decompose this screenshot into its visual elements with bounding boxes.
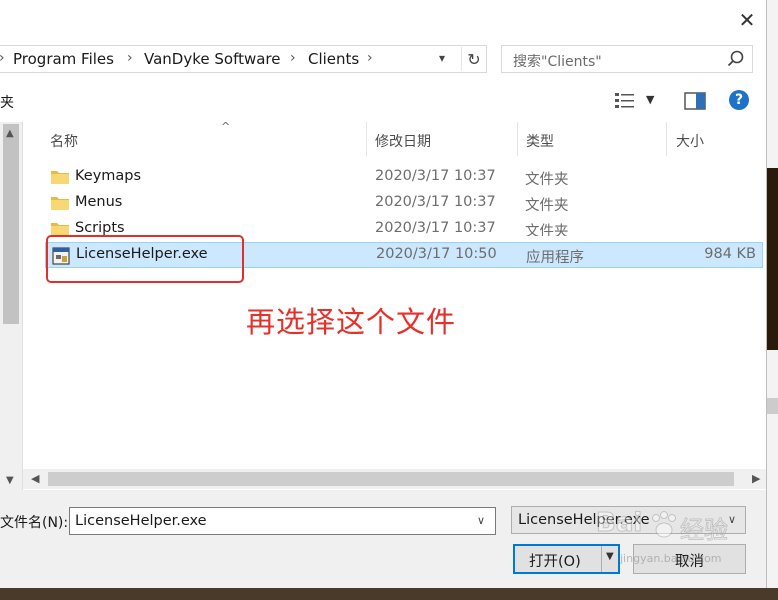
column-header-size[interactable]: 大小 xyxy=(676,131,704,151)
file-date: 2020/3/17 10:37 xyxy=(375,168,496,184)
file-size: 984 KB xyxy=(704,246,756,262)
watermark-brand: Bai xyxy=(595,508,643,539)
annotation-text: 再选择这个文件 xyxy=(246,305,457,339)
refresh-icon[interactable]: ↻ xyxy=(461,47,486,71)
preview-pane-icon[interactable] xyxy=(684,92,706,110)
breadcrumb-program-files[interactable]: Program Files xyxy=(13,50,114,68)
scroll-right-icon[interactable]: ▶ xyxy=(752,472,760,485)
chevron-right-icon: › xyxy=(0,50,5,66)
column-divider[interactable] xyxy=(517,122,518,156)
scroll-up-icon[interactable]: ▲ xyxy=(6,128,14,139)
breadcrumb-vandyke-software[interactable]: VanDyke Software xyxy=(144,50,281,68)
list-item[interactable]: Keymaps 2020/3/17 10:37 文件夹 xyxy=(45,164,763,190)
toolbar-new-folder-label[interactable]: 夹 xyxy=(0,92,14,112)
list-item[interactable]: Scripts 2020/3/17 10:37 文件夹 xyxy=(45,216,763,236)
column-header-row: ^ 名称 修改日期 类型 大小 xyxy=(23,120,766,156)
nav-scroll-thumb[interactable] xyxy=(3,124,19,324)
scroll-left-icon[interactable]: ◀ xyxy=(31,472,39,485)
sort-ascending-icon: ^ xyxy=(221,120,231,133)
background-bottom-strip xyxy=(0,588,778,600)
search-box[interactable]: 搜索"Clients" xyxy=(501,45,753,73)
file-date: 2020/3/17 10:50 xyxy=(376,246,497,262)
view-options-icon[interactable] xyxy=(614,91,636,111)
background-image-strip xyxy=(767,168,778,350)
filename-label: 文件名(N): xyxy=(0,515,69,531)
file-date: 2020/3/17 10:37 xyxy=(375,220,496,236)
chevron-down-icon[interactable]: ∨ xyxy=(477,514,485,527)
file-name: Scripts xyxy=(75,220,125,236)
folder-icon xyxy=(51,223,69,236)
column-header-date[interactable]: 修改日期 xyxy=(375,131,431,151)
search-input[interactable]: 搜索"Clients" xyxy=(513,51,602,71)
chevron-down-icon[interactable]: ▼ xyxy=(646,93,654,106)
baidu-watermark: Bai 经验 jingyan.baidu.com xyxy=(595,508,746,578)
search-icon[interactable] xyxy=(726,49,746,69)
file-type: 应用程序 xyxy=(526,250,584,266)
horizontal-scroll-thumb[interactable] xyxy=(48,472,734,486)
watermark-url: jingyan.baidu.com xyxy=(620,552,722,565)
file-type: 文件夹 xyxy=(525,172,569,188)
file-date: 2020/3/17 10:37 xyxy=(375,194,496,210)
close-icon[interactable]: ✕ xyxy=(732,7,762,33)
chevron-right-icon[interactable]: › xyxy=(127,50,133,66)
open-button-label: 打开(O) xyxy=(529,554,581,570)
address-bar[interactable]: › Program Files › VanDyke Software › Cli… xyxy=(0,45,487,73)
chevron-down-icon[interactable]: ▾ xyxy=(439,51,445,65)
chevron-right-icon[interactable]: › xyxy=(367,50,373,66)
folder-icon xyxy=(51,171,69,184)
scroll-down-icon[interactable]: ▼ xyxy=(6,475,14,486)
annotation-highlight-box xyxy=(46,235,244,283)
filename-field[interactable]: LicenseHelper.exe ∨ xyxy=(69,507,496,535)
filename-input[interactable]: LicenseHelper.exe xyxy=(75,513,207,529)
chevron-right-icon[interactable]: › xyxy=(290,50,296,66)
file-type: 文件夹 xyxy=(525,198,569,214)
folder-icon xyxy=(51,197,69,210)
file-name: Menus xyxy=(75,194,123,210)
watermark-brand2: 经验 xyxy=(680,516,729,545)
file-name: Keymaps xyxy=(75,168,142,184)
column-header-name[interactable]: 名称 xyxy=(50,131,78,151)
help-icon[interactable]: ? xyxy=(729,90,749,110)
column-divider[interactable] xyxy=(366,122,367,156)
list-item[interactable]: Menus 2020/3/17 10:37 文件夹 xyxy=(45,190,763,216)
breadcrumb-clients[interactable]: Clients xyxy=(308,50,359,68)
background-strip-segment xyxy=(767,398,778,414)
column-divider[interactable] xyxy=(666,122,667,156)
paw-icon xyxy=(652,511,676,538)
column-header-type[interactable]: 类型 xyxy=(526,131,554,151)
file-type: 文件夹 xyxy=(525,224,569,236)
